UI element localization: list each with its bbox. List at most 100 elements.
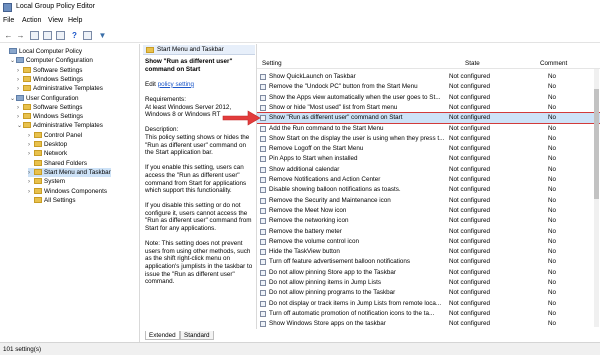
- tree-item[interactable]: › Windows Settings: [17, 75, 83, 84]
- table-row[interactable]: Do not allow pinning programs to the Tas…: [257, 288, 600, 298]
- table-row[interactable]: Show "Run as different user" command on …: [257, 112, 600, 125]
- table-row[interactable]: Do not allow pinning items in Jump Lists…: [257, 278, 600, 288]
- policy-setting-icon: [260, 177, 266, 183]
- table-row[interactable]: Show or hide "Most used" list from Start…: [257, 103, 600, 113]
- view-tabs: Extended Standard: [145, 331, 245, 341]
- properties-icon[interactable]: [43, 31, 52, 40]
- tree-item[interactable]: › Desktop: [28, 140, 67, 149]
- scrollbar-thumb[interactable]: [594, 89, 599, 199]
- folder-icon: [23, 75, 31, 82]
- disable-text: If you disable this setting or do not co…: [145, 202, 252, 233]
- column-setting[interactable]: Setting: [262, 60, 282, 67]
- tree-item-label: Software Settings: [33, 103, 83, 111]
- policy-setting-icon: [260, 321, 266, 328]
- tree-item[interactable]: › Windows Components: [28, 187, 107, 196]
- cell-state: Not configured: [449, 196, 490, 204]
- policy-setting-icon: [260, 269, 266, 276]
- edit-prefix: Edit: [145, 80, 158, 88]
- tree-item[interactable]: ⌄ User Configuration: [10, 94, 79, 103]
- tree-item[interactable]: Shared Folders: [28, 159, 87, 168]
- folder-icon: [34, 131, 42, 138]
- cell-state: Not configured: [449, 186, 490, 194]
- table-row[interactable]: Show additional calendar Not configured No: [257, 165, 600, 175]
- tree-item-label: Windows Settings: [33, 113, 84, 121]
- table-row[interactable]: Do not display or track items in Jump Li…: [257, 299, 600, 309]
- cell-state: Not configured: [449, 155, 490, 163]
- tree-item[interactable]: › Network: [28, 149, 67, 158]
- forward-arrow-icon[interactable]: →: [15, 30, 26, 41]
- table-row[interactable]: Remove the "Undock PC" button from the S…: [257, 82, 600, 92]
- cell-comment: No: [548, 309, 557, 317]
- policy-setting-icon: [260, 125, 266, 132]
- table-row[interactable]: Pin Apps to Start when installed Not conf…: [257, 154, 600, 164]
- table-row[interactable]: Remove the Meet Now icon Not configured No: [257, 206, 600, 216]
- table-row[interactable]: Hide the TaskView button Not configured No: [257, 247, 600, 257]
- edit-policy-link[interactable]: policy setting: [158, 81, 194, 88]
- table-row[interactable]: Show QuickLaunch on Taskbar Not configure…: [257, 72, 600, 82]
- tree-item[interactable]: › Windows Settings: [17, 112, 83, 121]
- menu-help[interactable]: Help: [68, 17, 82, 24]
- tree-item-label: User Configuration: [26, 94, 79, 102]
- menu-file[interactable]: File: [3, 17, 14, 24]
- table-row[interactable]: Show Windows Store apps on the taskbar No…: [257, 319, 600, 329]
- cell-state: Not configured: [449, 248, 490, 256]
- table-row[interactable]: Add the Run command to the Start Menu Not…: [257, 124, 600, 134]
- tree-item[interactable]: › Start Menu and Taskbar: [28, 167, 111, 177]
- tab-standard[interactable]: Standard: [180, 331, 214, 340]
- vertical-scrollbar[interactable]: [594, 69, 599, 327]
- details-header: Start Menu and Taskbar: [143, 45, 255, 55]
- cell-state: Not configured: [449, 206, 490, 214]
- table-row[interactable]: Remove the volume control icon Not config…: [257, 237, 600, 247]
- table-row[interactable]: Remove the Security and Maintenance icon…: [257, 196, 600, 206]
- export-list-icon[interactable]: [56, 31, 65, 40]
- table-row[interactable]: Turn off feature advertisement balloon n…: [257, 257, 600, 267]
- tree-item[interactable]: › Control Panel: [28, 131, 82, 140]
- cell-state: Not configured: [449, 114, 490, 122]
- menu-action[interactable]: Action: [22, 17, 41, 24]
- tree-item[interactable]: ⌄ Administrative Templates: [17, 121, 103, 130]
- list-header: Setting State Comment: [257, 59, 600, 69]
- cell-setting: Turn off automatic promotion of notifica…: [269, 309, 435, 317]
- table-row[interactable]: Show the Apps view automatically when th…: [257, 93, 600, 103]
- menu-view[interactable]: View: [48, 17, 63, 24]
- toolbar: ← → ? ▼: [0, 28, 600, 43]
- description-label: Description:: [145, 126, 179, 134]
- tree-item-label: System: [44, 178, 65, 186]
- cell-state: Not configured: [449, 176, 490, 183]
- tree-item[interactable]: All Settings: [28, 196, 76, 205]
- table-row[interactable]: Do not allow pinning Store app to the Ta…: [257, 268, 600, 278]
- view-icon[interactable]: [83, 31, 92, 40]
- folder-icon: [23, 103, 31, 110]
- cell-setting: Remove the Meet Now icon: [269, 206, 347, 214]
- tree-item-label: Local Computer Policy: [19, 48, 82, 55]
- table-row[interactable]: Remove the networking icon Not configured…: [257, 216, 600, 226]
- tree-item[interactable]: › Administrative Templates: [17, 84, 103, 93]
- column-comment[interactable]: Comment: [540, 60, 567, 67]
- tab-extended[interactable]: Extended: [145, 331, 180, 340]
- table-row[interactable]: Remove Logoff on the Start Menu Not confi…: [257, 144, 600, 154]
- tree-item[interactable]: › Software Settings: [17, 103, 82, 112]
- filter-icon[interactable]: ▼: [97, 30, 108, 41]
- policy-setting-icon: [260, 74, 266, 80]
- table-row[interactable]: Turn off automatic promotion of notifica…: [257, 309, 600, 319]
- tree-item-label: Administrative Templates: [33, 85, 103, 93]
- tree-item[interactable]: › Software Settings: [17, 66, 82, 75]
- cell-setting: Remove the volume control icon: [269, 237, 359, 245]
- cell-state: Not configured: [449, 93, 490, 101]
- table-row[interactable]: Disable showing balloon notifications as…: [257, 185, 600, 195]
- show-hide-tree-icon[interactable]: [30, 31, 39, 40]
- table-row[interactable]: Show Start on the display the user is us…: [257, 134, 600, 144]
- column-state[interactable]: State: [465, 60, 480, 67]
- table-row[interactable]: Remove the battery meter Not configured No: [257, 227, 600, 237]
- policy-setting-icon: [260, 166, 266, 173]
- policy-setting-icon: [260, 135, 266, 142]
- folder-icon: [23, 122, 31, 129]
- tree-item[interactable]: ⌄ Computer Configuration: [10, 56, 93, 65]
- tree-item-label: Shared Folders: [44, 159, 88, 167]
- tree-item[interactable]: Local Computer Policy: [3, 47, 82, 56]
- cell-setting: Do not allow pinning Store app to the Ta…: [269, 268, 396, 276]
- tree-item[interactable]: › System: [28, 177, 65, 186]
- table-row[interactable]: Remove Notifications and Action Center No…: [257, 175, 600, 185]
- help-icon[interactable]: ?: [69, 30, 80, 41]
- back-arrow-icon[interactable]: ←: [3, 30, 14, 41]
